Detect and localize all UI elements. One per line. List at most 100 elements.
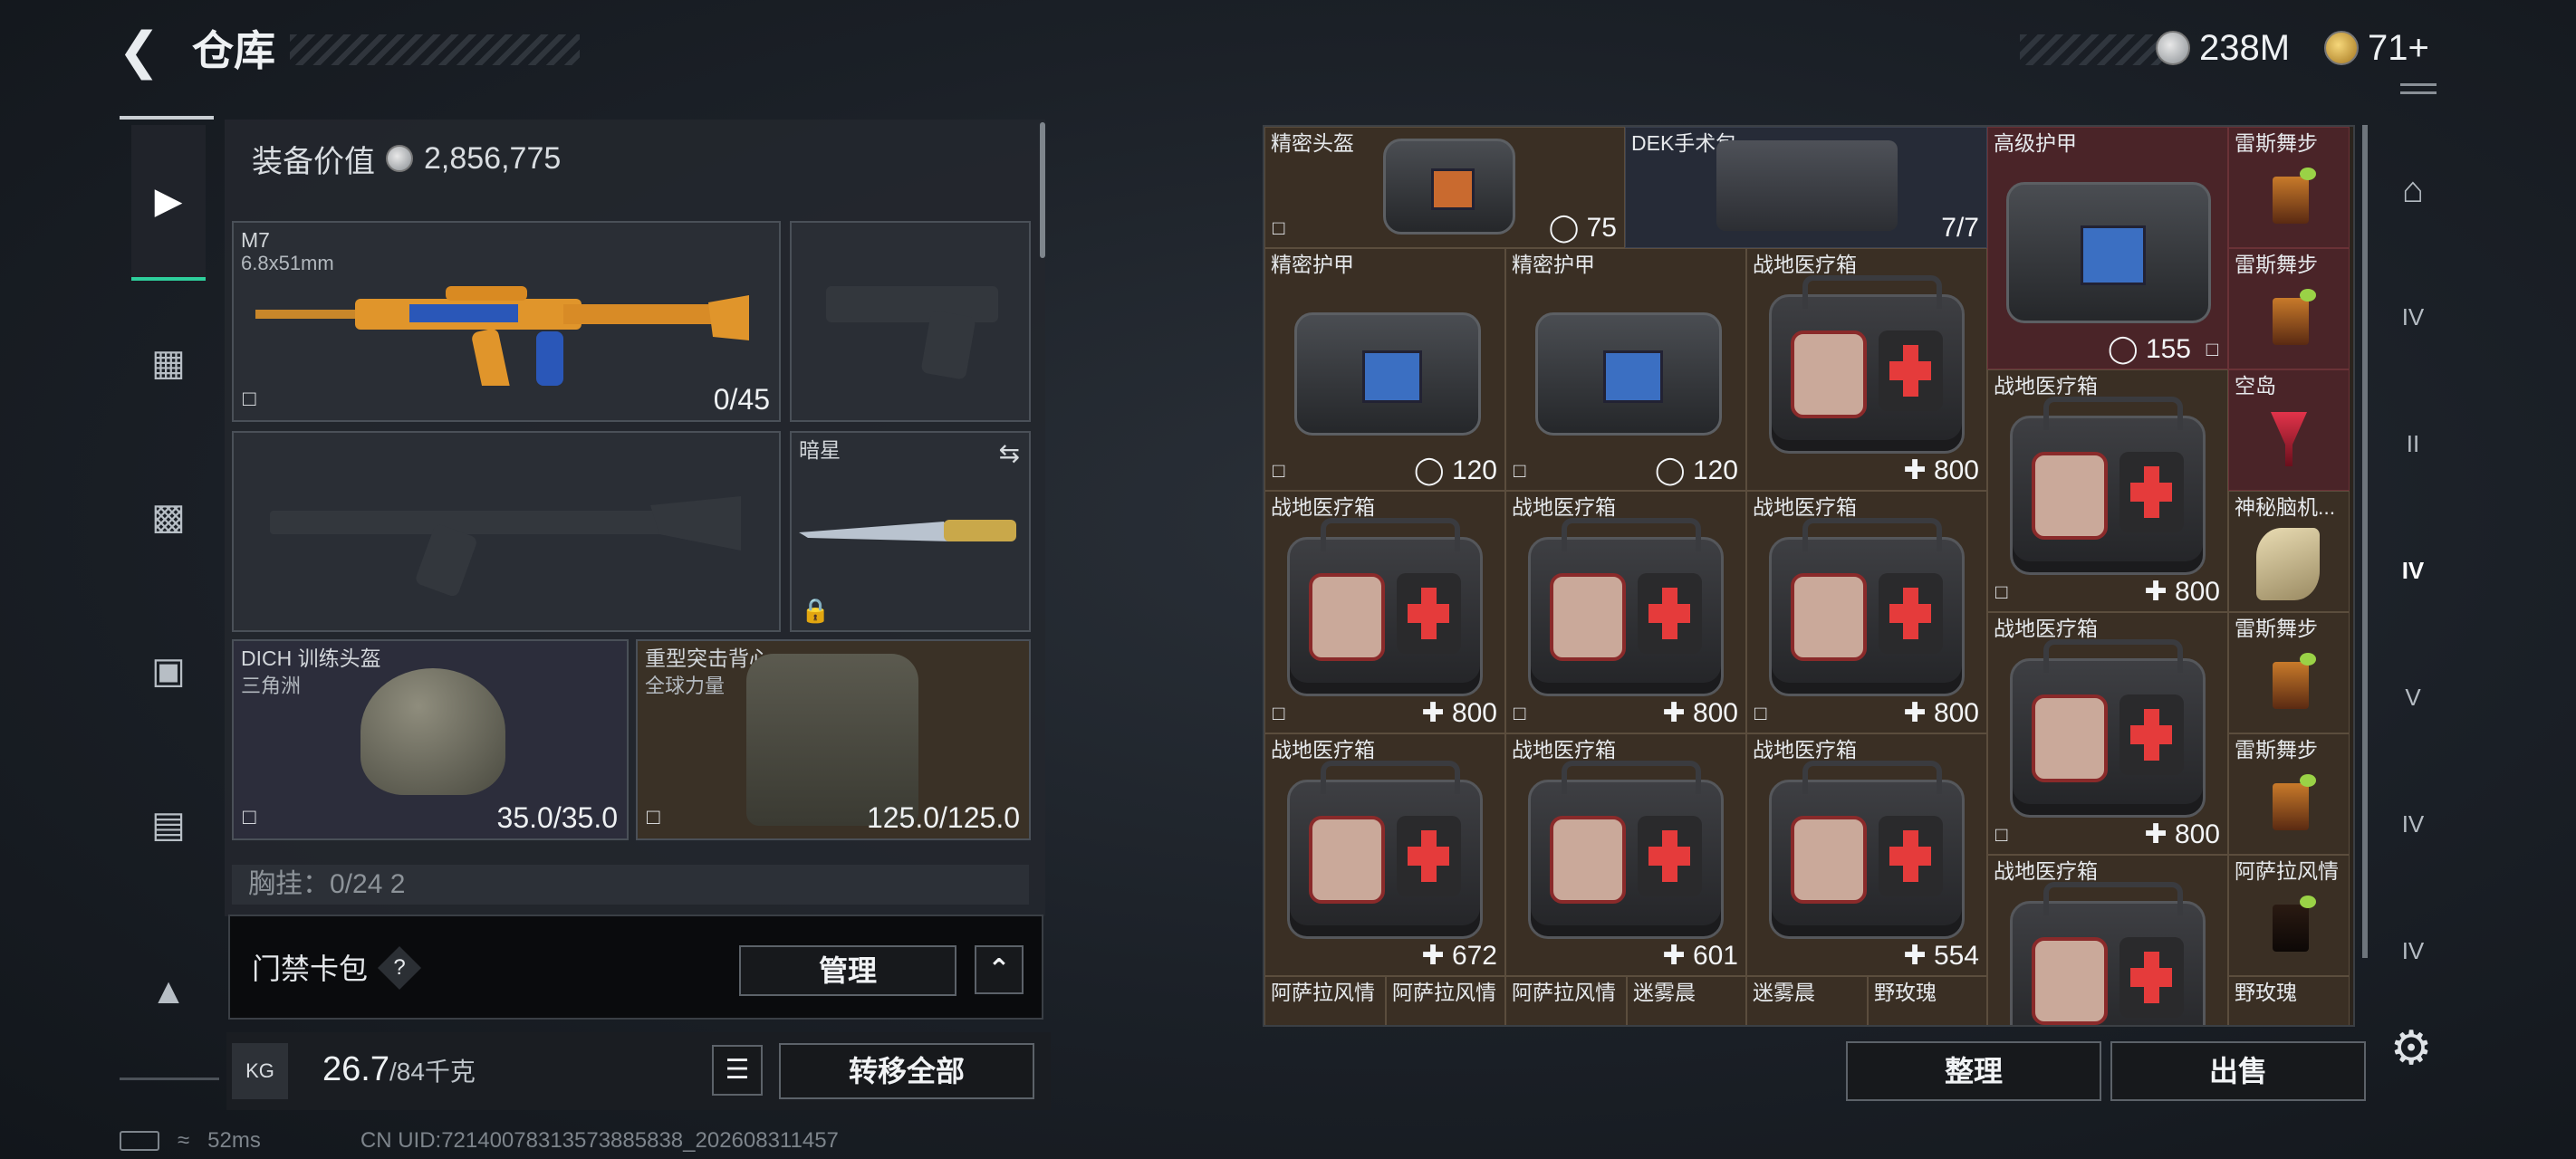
gold-coin-icon	[2324, 31, 2359, 65]
melee-slot[interactable]: 暗星 ⇆ 🔒	[790, 431, 1031, 632]
secondary-weapon-slot-empty[interactable]	[232, 431, 781, 632]
stash-item[interactable]: 战地医疗箱 ✚ 800	[1746, 248, 1987, 491]
stash-item[interactable]: 雷斯舞步	[2228, 248, 2350, 369]
collapse-button[interactable]: ⌃	[975, 945, 1024, 994]
nav-case-tab[interactable]: ▤	[131, 748, 206, 902]
count-value: 800	[1692, 698, 1738, 728]
stash-item[interactable]: 迷雾晨	[1746, 976, 1868, 1025]
stash-item[interactable]: 雷斯舞步	[2228, 612, 2350, 733]
weapon-name: M7	[241, 228, 270, 252]
stash-grid: 精密头盔 □ ◯ 75 DEK手术包 7/7 高级护甲 ◯ 155 □ 雷斯舞步…	[1263, 125, 2355, 1027]
container-tab-5[interactable]: IV	[2382, 797, 2444, 851]
back-arrow-icon[interactable]: ❮	[118, 25, 160, 76]
drink-image	[2273, 774, 2316, 830]
stash-item[interactable]: 精密护甲 □ ◯ 120	[1505, 248, 1746, 491]
gold-currency[interactable]: 71+	[2324, 25, 2429, 71]
swap-icon[interactable]: ⇆	[999, 438, 1020, 468]
stash-item[interactable]: 阿萨拉风情	[2228, 855, 2350, 976]
pistol-slot-empty[interactable]	[790, 221, 1031, 422]
stash-item[interactable]: 雷斯舞步	[2228, 127, 2350, 248]
stash-item[interactable]: 战地医疗箱 ✚ 672	[1264, 733, 1505, 976]
container-tab-2[interactable]: II	[2382, 417, 2444, 471]
gear-icon[interactable]: ⚙	[2384, 1021, 2438, 1076]
item-count: ✚ 601	[1662, 940, 1738, 972]
knife-image	[799, 520, 1016, 541]
help-icon[interactable]: ?	[377, 945, 422, 991]
nav-top-line	[120, 116, 214, 120]
container-tab-4[interactable]: V	[2382, 670, 2444, 724]
chest-rig-row-partial[interactable]: 胸挂：0/24 2	[232, 865, 1029, 905]
container-tab-6[interactable]: IV	[2382, 924, 2444, 978]
container-tab-3[interactable]: IV	[2382, 543, 2444, 598]
no-insure-icon: □	[1995, 823, 2008, 846]
plus-icon: ✚	[2144, 819, 2175, 849]
no-insure-icon: □	[647, 805, 660, 829]
sell-button[interactable]: 出售	[2110, 1041, 2366, 1101]
item-count: ✚ 672	[1421, 940, 1497, 972]
top-bar: ❮ 仓库 238M 71+	[0, 0, 2576, 100]
item-count: ✚ 800	[1421, 697, 1497, 729]
drink-image	[2273, 896, 2316, 952]
stash-item[interactable]: 野玫瑰	[1868, 976, 1987, 1025]
stash-item[interactable]: 战地医疗箱 ✚ 554	[1746, 733, 1987, 976]
item-name: 战地医疗箱	[1994, 859, 2098, 883]
helmet-slot[interactable]: DICH 训练头盔 三角洲 □ 35.0/35.0	[232, 639, 629, 840]
toolbox-icon: ▲	[150, 971, 187, 1011]
no-insure-icon: □	[1273, 702, 1285, 724]
stash-item[interactable]: 野玫瑰	[2228, 976, 2350, 1025]
stash-item[interactable]: 战地医疗箱	[1987, 855, 2228, 1025]
nav-bag-tab[interactable]: ▣	[131, 594, 206, 748]
plus-icon: ✚	[1903, 941, 1934, 971]
item-name: 战地医疗箱	[1753, 253, 1857, 276]
backpack-icon: ▩	[151, 497, 186, 537]
transfer-all-button[interactable]: 转移全部	[779, 1043, 1034, 1099]
stash-item[interactable]: 阿萨拉风情	[1264, 976, 1386, 1025]
medkit-image	[2010, 882, 2206, 1025]
nav-weapon-tab[interactable]: ▶	[131, 125, 206, 281]
container-tab-1[interactable]: IV	[2382, 290, 2444, 344]
manage-button[interactable]: 管理	[739, 945, 956, 996]
stash-item[interactable]: 雷斯舞步	[2228, 733, 2350, 855]
stash-item[interactable]: 战地医疗箱 □ ✚ 800	[1987, 369, 2228, 612]
stash-item[interactable]: 迷雾晨	[1627, 976, 1746, 1025]
sort-button[interactable]: 整理	[1846, 1041, 2101, 1101]
primary-weapon-slot[interactable]: M7 6.8x51mm □ 0/45	[232, 221, 781, 422]
stash-item[interactable]: 战地医疗箱 □ ✚ 800	[1746, 491, 1987, 733]
stash-scrollbar[interactable]	[2362, 125, 2368, 958]
item-name: 迷雾晨	[1753, 981, 1815, 1004]
list-view-button[interactable]: ☰	[712, 1045, 763, 1096]
stash-item[interactable]: 阿萨拉风情	[1505, 976, 1627, 1025]
stash-item[interactable]: 战地医疗箱 □ ✚ 800	[1264, 491, 1505, 733]
no-insure-icon: □	[243, 805, 256, 829]
chevron-up-icon: ⌃	[987, 954, 1011, 984]
medkit-image	[1287, 518, 1483, 696]
count-value: 800	[2174, 819, 2220, 849]
stash-item[interactable]: 神秘脑机...	[2228, 491, 2350, 612]
stash-item[interactable]: DEK手术包 7/7	[1625, 127, 1987, 248]
stash-item[interactable]: 高级护甲 ◯ 155 □	[1987, 127, 2228, 369]
armor-slot[interactable]: 重型突击背心 全球力量 □ 125.0/125.0	[636, 639, 1031, 840]
nav-toolbox-tab[interactable]: ▲	[131, 915, 206, 1068]
item-name: 战地医疗箱	[1512, 738, 1616, 761]
stash-item[interactable]: 精密头盔 □ ◯ 75	[1264, 127, 1625, 248]
stash-home-icon[interactable]: ⌂	[2382, 163, 2444, 217]
shield-icon: ◯	[1548, 213, 1587, 243]
stash-item[interactable]: 空岛	[2228, 369, 2350, 491]
stash-item[interactable]: 战地医疗箱 □ ✚ 800	[1505, 491, 1746, 733]
no-insure-icon: □	[1754, 702, 1767, 724]
nav-backpack-tab[interactable]: ▩	[131, 440, 206, 594]
stash-item[interactable]: 战地医疗箱 □ ✚ 800	[1987, 612, 2228, 855]
stash-item[interactable]: 精密护甲 □ ◯ 120	[1264, 248, 1505, 491]
drink-image	[2273, 168, 2316, 224]
item-name: 精密护甲	[1512, 253, 1595, 276]
vest-icon: ▦	[151, 343, 186, 383]
count-value: 601	[1692, 941, 1738, 971]
stash-item[interactable]: 阿萨拉风情	[1386, 976, 1505, 1025]
no-insure-icon: □	[1273, 459, 1285, 482]
count-value: 75	[1586, 213, 1617, 243]
helmet-name: DICH 训练头盔	[241, 647, 381, 670]
equipment-scrollbar[interactable]	[1040, 122, 1045, 258]
stash-scroll-thumb[interactable]	[2362, 125, 2368, 958]
nav-armor-tab[interactable]: ▦	[131, 286, 206, 440]
stash-item[interactable]: 战地医疗箱 ✚ 601	[1505, 733, 1746, 976]
